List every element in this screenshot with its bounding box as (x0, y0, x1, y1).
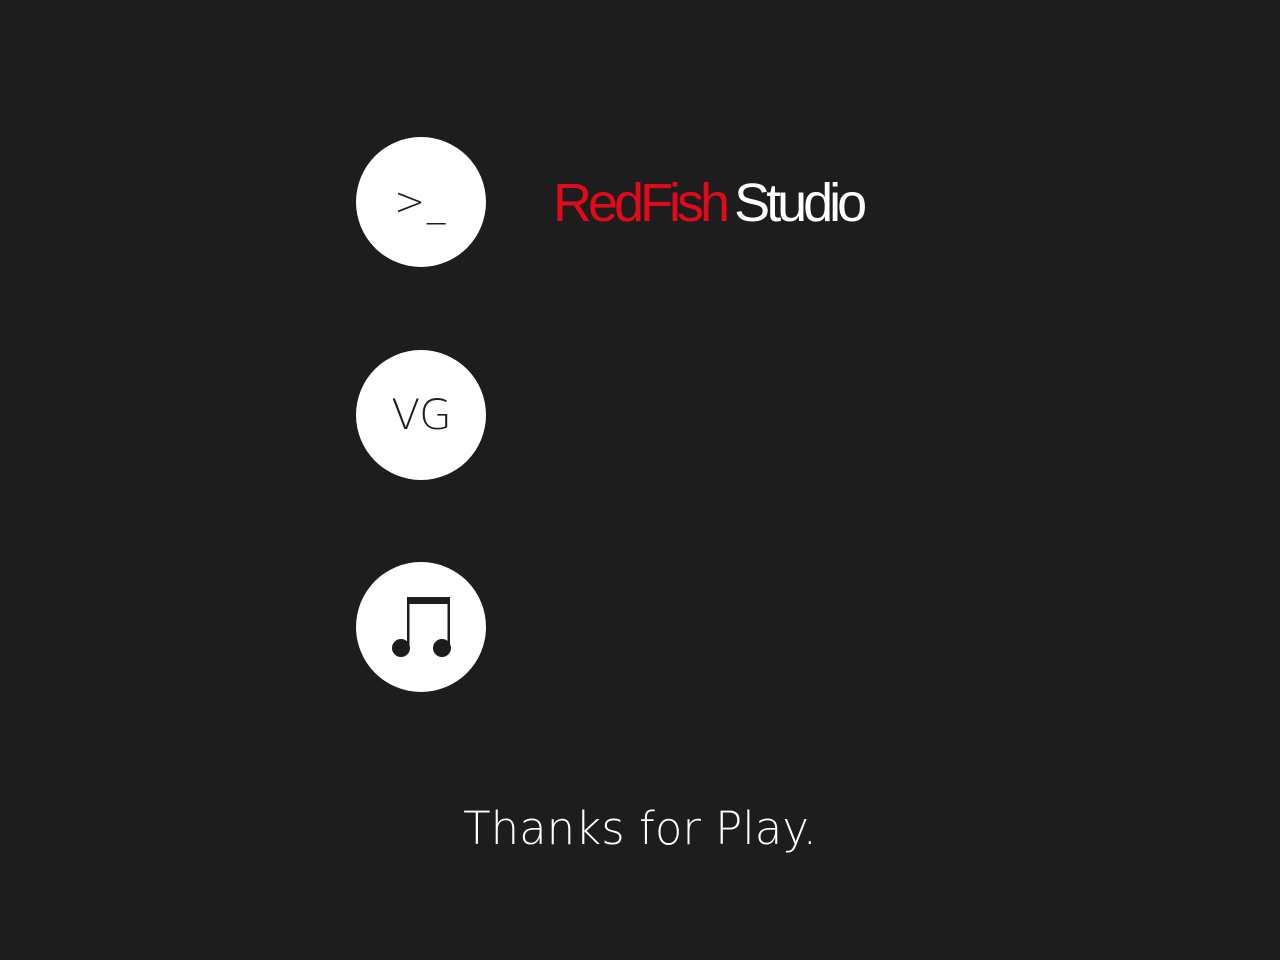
credits-screen: >_ RedFish Studio VG Thanks for Play. (0, 0, 1280, 960)
logo-part-redfish: RedFish (553, 173, 730, 233)
vg-button[interactable]: VG (356, 350, 486, 480)
thanks-message: Thanks for Play. (463, 802, 817, 855)
logo-part-studio: Studio (734, 173, 867, 233)
vg-label: VG (391, 390, 451, 439)
console-prompt-icon: >_ (394, 179, 448, 225)
music-button[interactable] (356, 562, 486, 692)
console-button[interactable]: >_ (356, 137, 486, 267)
studio-logo: RedFish Studio (553, 168, 867, 238)
music-note-icon (392, 597, 451, 657)
